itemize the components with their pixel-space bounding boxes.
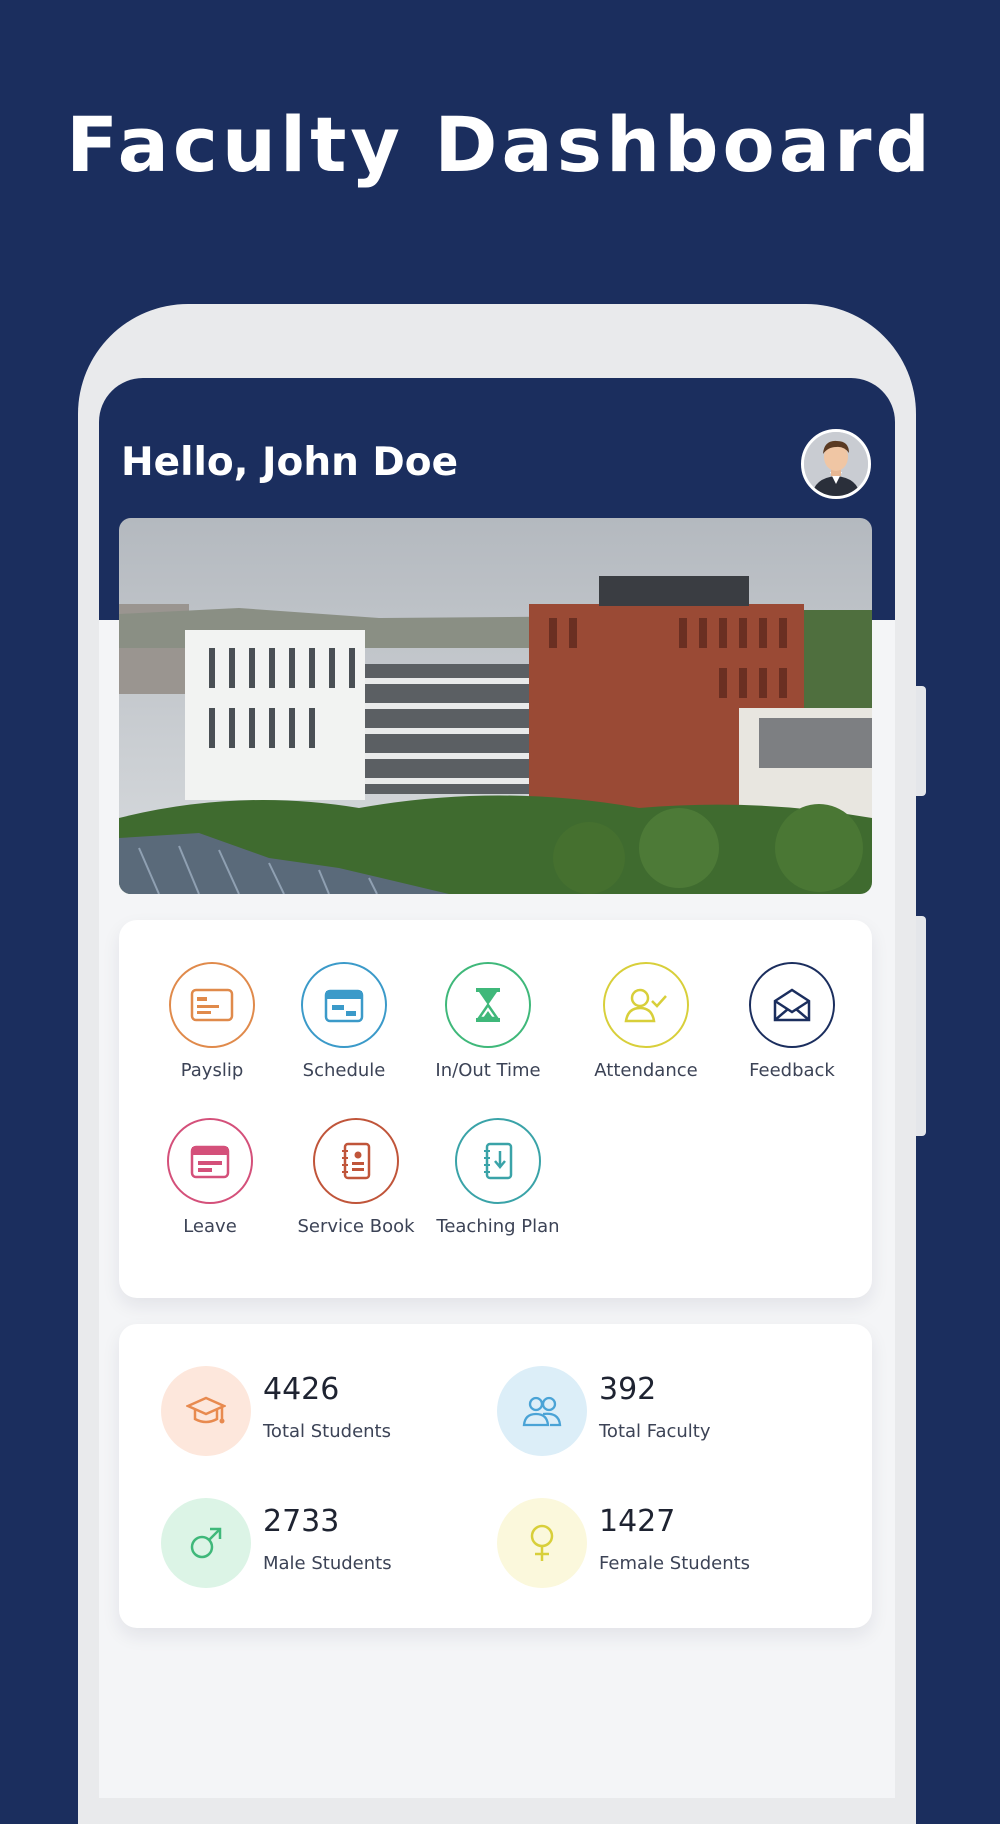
menu-label: In/Out Time: [435, 1060, 541, 1081]
avatar[interactable]: [801, 429, 871, 499]
campus-photo: [119, 518, 872, 894]
menu-item-service-book[interactable]: Service Book: [281, 1118, 431, 1237]
hourglass-icon: [445, 962, 531, 1048]
menu-label: Schedule: [302, 1060, 386, 1081]
menu-item-schedule[interactable]: Schedule: [269, 962, 419, 1081]
phone-power-button: [916, 916, 926, 1136]
stat-value: 2733: [263, 1504, 340, 1539]
stat-label: Male Students: [263, 1553, 392, 1574]
menu-label: Payslip: [180, 1060, 244, 1081]
menu-label: Leave: [183, 1216, 237, 1237]
menu-item-teaching-plan[interactable]: Teaching Plan: [423, 1118, 573, 1237]
phone-volume-button: [916, 686, 926, 796]
menu-item-feedback[interactable]: Feedback: [717, 962, 867, 1081]
graduation-cap-icon: [161, 1366, 251, 1456]
menu-label: Teaching Plan: [436, 1216, 560, 1237]
stat-female-students: 1427 Female Students: [497, 1498, 827, 1588]
menu-item-in-out-time[interactable]: In/Out Time: [413, 962, 563, 1081]
menu-item-attendance[interactable]: Attendance: [571, 962, 721, 1081]
statistics-card: 4426 Total Students 392 Total Faculty 27…: [119, 1324, 872, 1628]
quick-actions-card: Payslip Schedule In/Out Time Attendance …: [119, 920, 872, 1298]
stat-male-students: 2733 Male Students: [161, 1498, 491, 1588]
stat-label: Total Students: [263, 1421, 391, 1442]
users-icon: [497, 1366, 587, 1456]
user-check-icon: [603, 962, 689, 1048]
menu-label: Attendance: [594, 1060, 698, 1081]
envelope-icon: [749, 962, 835, 1048]
notebook-download-icon: [455, 1118, 541, 1204]
stat-total-students: 4426 Total Students: [161, 1366, 491, 1456]
menu-item-leave[interactable]: Leave: [135, 1118, 285, 1237]
stat-value: 392: [599, 1372, 657, 1407]
female-symbol-icon: [497, 1498, 587, 1588]
stat-total-faculty: 392 Total Faculty: [497, 1366, 827, 1456]
stat-label: Total Faculty: [599, 1421, 711, 1442]
stat-label: Female Students: [599, 1553, 751, 1574]
menu-label: Feedback: [749, 1060, 835, 1081]
male-symbol-icon: [161, 1498, 251, 1588]
calendar-icon: [301, 962, 387, 1048]
menu-label: Service Book: [297, 1216, 415, 1237]
app-screen: Hello, John Doe Payslip Schedule In/Out …: [99, 378, 895, 1798]
promo-title: Faculty Dashboard: [66, 100, 934, 189]
payslip-card-icon: [169, 962, 255, 1048]
stat-value: 1427: [599, 1504, 676, 1539]
menu-item-payslip[interactable]: Payslip: [137, 962, 287, 1081]
greeting-text: Hello, John Doe: [121, 440, 459, 485]
stat-value: 4426: [263, 1372, 340, 1407]
calendar-leave-icon: [167, 1118, 253, 1204]
book-icon: [313, 1118, 399, 1204]
